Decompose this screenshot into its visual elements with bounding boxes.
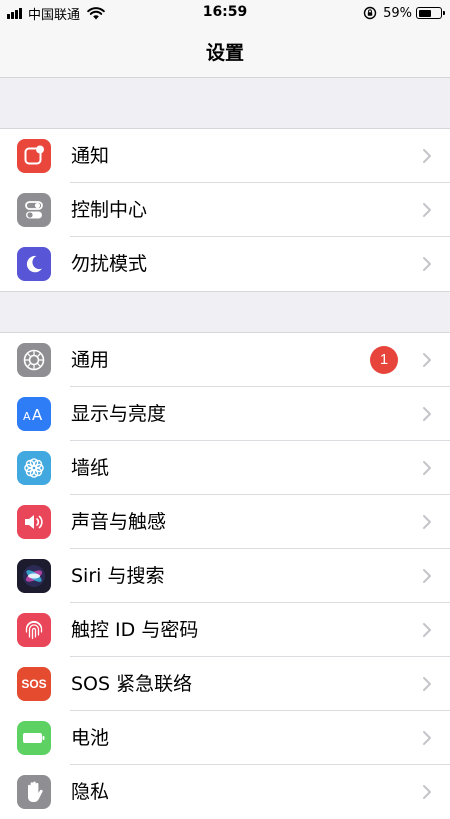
row-label: SOS 紧急联络 <box>71 673 193 695</box>
chevron-right-icon <box>423 203 431 217</box>
chevron-right-icon <box>423 677 431 691</box>
row-general[interactable]: 通用 1 <box>0 333 450 387</box>
chevron-right-icon <box>423 515 431 529</box>
row-label: Siri 与搜索 <box>71 565 165 587</box>
svg-text:A: A <box>23 410 31 423</box>
hand-icon <box>17 775 51 809</box>
row-label: 电池 <box>71 727 110 749</box>
svg-text:A: A <box>32 406 43 424</box>
row-label: 隐私 <box>71 781 110 803</box>
chevron-right-icon <box>423 353 431 367</box>
row-label: 墙纸 <box>71 457 110 479</box>
row-wallpaper[interactable]: 墙纸 <box>0 441 450 495</box>
top-bar: 中国联通 16:59 59% 设置 <box>0 0 450 78</box>
row-label: 通知 <box>71 145 110 167</box>
row-control-center[interactable]: 控制中心 <box>0 183 450 237</box>
chevron-right-icon <box>423 731 431 745</box>
rotation-lock-icon <box>363 6 377 20</box>
chevron-right-icon <box>423 623 431 637</box>
row-label: 声音与触感 <box>71 511 167 533</box>
row-display-brightness[interactable]: A A 显示与亮度 <box>0 387 450 441</box>
page-title: 设置 <box>205 42 244 64</box>
battery-icon <box>416 7 445 19</box>
siri-icon <box>17 559 51 593</box>
row-label: 触控 ID 与密码 <box>71 619 199 641</box>
battery-percent: 59% <box>383 5 412 21</box>
row-label: 通用 <box>71 349 110 371</box>
row-sounds-haptics[interactable]: 声音与触感 <box>0 495 450 549</box>
row-label: 显示与亮度 <box>71 403 167 425</box>
chevron-right-icon <box>423 461 431 475</box>
notifications-icon <box>17 139 51 173</box>
fingerprint-icon <box>17 613 51 647</box>
status-bar: 中国联通 16:59 59% <box>0 0 450 26</box>
chevron-right-icon <box>423 785 431 799</box>
row-label: 勿扰模式 <box>71 253 148 275</box>
settings-group-2: 通用 1 A A 显示与亮度 墙纸 声音与触感 Siri 与搜索 触控 ID 与… <box>0 332 450 819</box>
chevron-right-icon <box>423 407 431 421</box>
battery-icon <box>17 721 51 755</box>
display-icon: A A <box>17 397 51 431</box>
sos-icon: SOS <box>17 667 51 701</box>
gear-icon <box>17 343 51 377</box>
row-notifications[interactable]: 通知 <box>0 129 450 183</box>
control-center-icon <box>17 193 51 227</box>
chevron-right-icon <box>423 569 431 583</box>
moon-icon <box>17 247 51 281</box>
row-privacy[interactable]: 隐私 <box>0 765 450 819</box>
wallpaper-flower-icon <box>17 451 51 485</box>
row-emergency-sos[interactable]: SOS SOS 紧急联络 <box>0 657 450 711</box>
row-label: 控制中心 <box>71 199 148 221</box>
speaker-icon <box>17 505 51 539</box>
row-siri-search[interactable]: Siri 与搜索 <box>0 549 450 603</box>
battery-fill <box>418 9 431 17</box>
row-battery[interactable]: 电池 <box>0 711 450 765</box>
settings-group-1: 通知 控制中心 勿扰模式 <box>0 128 450 292</box>
update-badge: 1 <box>370 346 398 374</box>
row-do-not-disturb[interactable]: 勿扰模式 <box>0 237 450 291</box>
row-touch-id-passcode[interactable]: 触控 ID 与密码 <box>0 603 450 657</box>
chevron-right-icon <box>423 149 431 163</box>
chevron-right-icon <box>423 257 431 271</box>
